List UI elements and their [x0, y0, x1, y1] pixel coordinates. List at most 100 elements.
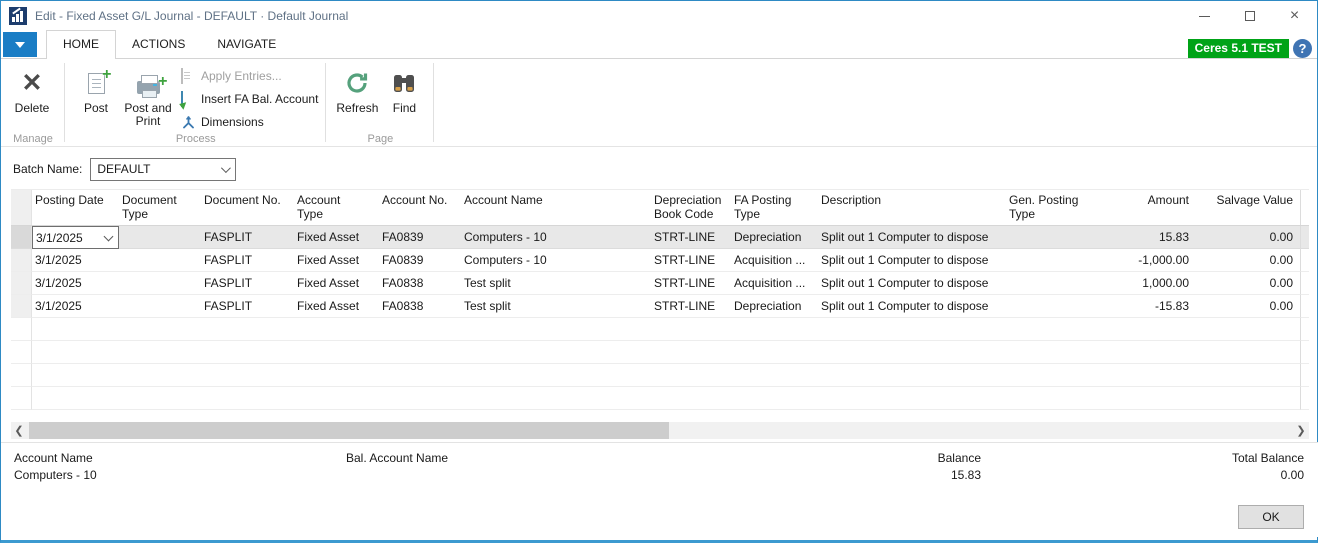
scrollbar-thumb[interactable] — [29, 422, 669, 439]
cell-amount[interactable]: -15.83 — [1106, 295, 1196, 318]
cell-tail — [1301, 387, 1309, 410]
insert-fa-bal-account-button[interactable]: Insert FA Bal. Account — [181, 91, 318, 107]
cell-account_type[interactable]: Fixed Asset — [294, 295, 379, 318]
cell-account_type[interactable]: Fixed Asset — [294, 226, 379, 249]
row-selector — [11, 318, 32, 341]
cell-document_type[interactable] — [119, 249, 201, 272]
cell-posting_date[interactable]: 3/1/2025 — [32, 295, 119, 318]
dimensions-button[interactable]: Dimensions — [181, 114, 318, 130]
cell-tail[interactable] — [1301, 226, 1309, 249]
row-selector[interactable] — [11, 249, 32, 272]
close-button[interactable]: × — [1272, 1, 1317, 31]
tab-home[interactable]: HOME — [46, 30, 116, 59]
cell-fa_posting_type[interactable]: Acquisition ... — [731, 272, 818, 295]
column-header-account_no[interactable]: Account No. — [379, 190, 461, 225]
post-and-print-button[interactable]: + Post and Print — [121, 63, 175, 130]
cell-posting_date[interactable]: 3/1/2025 — [32, 249, 119, 272]
cell-salvage_value[interactable]: 0.00 — [1196, 295, 1301, 318]
cell-account_no[interactable]: FA0839 — [379, 249, 461, 272]
column-header-posting_date[interactable]: Posting Date — [32, 190, 119, 225]
cell-fa_posting_type — [731, 364, 818, 387]
cell-dep_book_code[interactable]: STRT-LINE — [651, 272, 731, 295]
scroll-left-icon[interactable]: ❮ — [11, 422, 27, 439]
cell-fa_posting_type[interactable]: Depreciation — [731, 295, 818, 318]
cell-description[interactable]: Split out 1 Computer to dispose — [818, 226, 1006, 249]
cell-description[interactable]: Split out 1 Computer to dispose — [818, 249, 1006, 272]
cell-document_type[interactable] — [119, 272, 201, 295]
column-header-dep_book_code[interactable]: Depreciation Book Code — [651, 190, 731, 225]
cell-account_name[interactable]: Test split — [461, 295, 651, 318]
cell-posting_date[interactable]: 3/1/2025 — [32, 272, 119, 295]
column-header-amount[interactable]: Amount — [1106, 190, 1196, 225]
cell-document_no[interactable]: FASPLIT — [201, 249, 294, 272]
cell-document_no[interactable]: FASPLIT — [201, 295, 294, 318]
cell-description[interactable]: Split out 1 Computer to dispose — [818, 295, 1006, 318]
cell-account_name[interactable]: Computers - 10 — [461, 226, 651, 249]
cell-salvage_value[interactable]: 0.00 — [1196, 272, 1301, 295]
cell-account_no — [379, 364, 461, 387]
cell-gen_posting_type[interactable] — [1006, 272, 1106, 295]
column-header-account_type[interactable]: Account Type — [294, 190, 379, 225]
column-header-gen_posting_type[interactable]: Gen. Posting Type — [1006, 190, 1106, 225]
column-header-salvage_value[interactable]: Salvage Value — [1196, 190, 1301, 225]
column-header-document_no[interactable]: Document No. — [201, 190, 294, 225]
cell-account_name[interactable]: Computers - 10 — [461, 249, 651, 272]
cell-account_type[interactable]: Fixed Asset — [294, 272, 379, 295]
cell-dep_book_code[interactable]: STRT-LINE — [651, 226, 731, 249]
cell-posting_date[interactable]: 3/1/2025 — [32, 226, 119, 249]
row-selector[interactable] — [11, 295, 32, 318]
delete-button[interactable]: ✕ Delete — [7, 63, 57, 130]
maximize-button[interactable] — [1227, 1, 1272, 31]
horizontal-scrollbar[interactable]: ❮ ❯ — [11, 422, 1309, 439]
table-row: 3/1/2025 FASPLITFixed AssetFA0839Computer… — [11, 226, 1309, 249]
refresh-button[interactable]: Refresh — [332, 63, 382, 130]
cell-document_type[interactable] — [119, 295, 201, 318]
post-button[interactable]: + Post — [71, 63, 121, 130]
cell-gen_posting_type[interactable] — [1006, 249, 1106, 272]
cell-salvage_value[interactable]: 0.00 — [1196, 226, 1301, 249]
tab-actions[interactable]: ACTIONS — [116, 31, 201, 58]
cell-amount[interactable]: 1,000.00 — [1106, 272, 1196, 295]
ok-button[interactable]: OK — [1238, 505, 1304, 529]
cell-account_no[interactable]: FA0839 — [379, 226, 461, 249]
batch-name-select[interactable]: DEFAULT — [90, 158, 236, 181]
minimize-button[interactable] — [1182, 1, 1227, 31]
cell-dep_book_code[interactable]: STRT-LINE — [651, 249, 731, 272]
application-menu-button[interactable] — [3, 32, 37, 57]
cell-tail — [1301, 318, 1309, 341]
cell-account_no[interactable]: FA0838 — [379, 295, 461, 318]
row-selector[interactable] — [11, 272, 32, 295]
cell-amount — [1106, 387, 1196, 410]
cell-salvage_value[interactable]: 0.00 — [1196, 249, 1301, 272]
cell-account_name[interactable]: Test split — [461, 272, 651, 295]
column-header-description[interactable]: Description — [818, 190, 1006, 225]
tab-navigate[interactable]: NAVIGATE — [201, 31, 292, 58]
cell-gen_posting_type[interactable] — [1006, 226, 1106, 249]
cell-account_no[interactable]: FA0838 — [379, 272, 461, 295]
cell-document_no[interactable]: FASPLIT — [201, 272, 294, 295]
cell-salvage_value — [1196, 387, 1301, 410]
find-button[interactable]: Find — [382, 63, 426, 130]
cell-amount[interactable]: -1,000.00 — [1106, 249, 1196, 272]
column-header-fa_posting_type[interactable]: FA Posting Type — [731, 190, 818, 225]
cell-document_no[interactable]: FASPLIT — [201, 226, 294, 249]
cell-amount[interactable]: 15.83 — [1106, 226, 1196, 249]
cell-tail[interactable] — [1301, 249, 1309, 272]
column-header-account_name[interactable]: Account Name — [461, 190, 651, 225]
cell-fa_posting_type[interactable]: Depreciation — [731, 226, 818, 249]
cell-tail[interactable] — [1301, 272, 1309, 295]
apply-entries-button[interactable]: Apply Entries... — [181, 68, 318, 84]
cell-document_type[interactable] — [119, 226, 201, 249]
cell-tail[interactable] — [1301, 295, 1309, 318]
cell-account_type[interactable]: Fixed Asset — [294, 249, 379, 272]
column-header-document_type[interactable]: Document Type — [119, 190, 201, 225]
cell-dep_book_code[interactable]: STRT-LINE — [651, 295, 731, 318]
help-icon[interactable]: ? — [1293, 39, 1312, 58]
ribbon-group-manage: ✕ Delete Manage — [1, 59, 65, 146]
row-selector[interactable] — [11, 226, 32, 249]
scroll-right-icon[interactable]: ❯ — [1293, 422, 1309, 439]
cell-description[interactable]: Split out 1 Computer to dispose — [818, 272, 1006, 295]
cell-gen_posting_type[interactable] — [1006, 295, 1106, 318]
chevron-down-icon[interactable] — [104, 231, 114, 241]
cell-fa_posting_type[interactable]: Acquisition ... — [731, 249, 818, 272]
